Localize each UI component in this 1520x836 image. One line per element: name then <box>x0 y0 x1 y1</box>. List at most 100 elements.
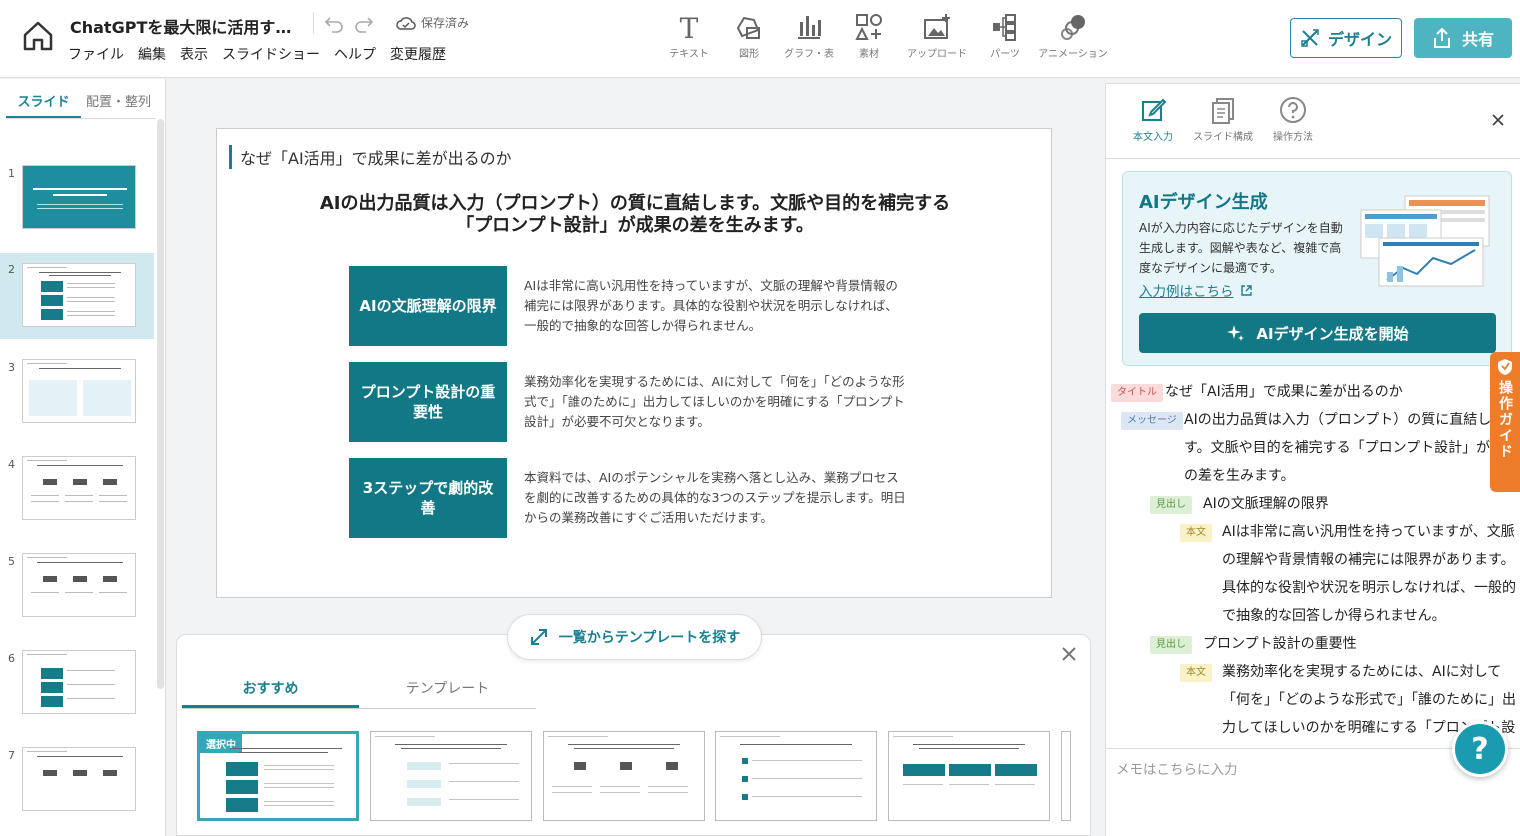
template-card-selected[interactable]: 選択中 <box>197 731 359 821</box>
design-tools-icon <box>1301 29 1319 47</box>
outline-body[interactable]: の理解や背景情報の補完には限界があります。 <box>1222 546 1515 574</box>
menu-help[interactable]: ヘルプ <box>334 44 376 64</box>
outline-body[interactable]: 具体的な役割や状況を明示しなければ、一般的 <box>1222 574 1516 602</box>
content-row[interactable]: プロンプト設計の重要性 業務効率化を実現するためには、AIに対して「何を」「どの… <box>349 362 909 442</box>
tool-material[interactable]: 素材 <box>840 12 898 60</box>
tool-chart[interactable]: グラフ・表 <box>780 12 838 60</box>
tag-message: メッセージ <box>1121 412 1183 430</box>
slide-title[interactable]: なぜ「AI活用」で成果に差が出るのか <box>229 145 512 169</box>
slide-thumbnail[interactable]: 7 <box>0 739 154 825</box>
selected-badge: 選択中 <box>200 734 242 753</box>
tab-text-input[interactable]: 本文入力 <box>1120 96 1186 143</box>
template-card[interactable] <box>888 731 1050 821</box>
animation-icon <box>1061 15 1085 40</box>
help-chat-button[interactable]: ? <box>1452 721 1508 777</box>
template-card[interactable] <box>543 731 705 821</box>
slide-list-panel: スライド 配置・整列 1 2 3 4 5 6 7 <box>0 79 166 836</box>
design-button-label: デザイン <box>1327 30 1392 49</box>
share-button-label: 共有 <box>1461 30 1494 49</box>
undo-icon[interactable] <box>324 14 344 34</box>
scrollbar[interactable] <box>157 119 164 689</box>
cloud-check-icon <box>396 16 416 30</box>
ai-card-description: AIが入力内容に応じたデザインを自動生成します。図解や表など、複雑で高度なデザイ… <box>1139 221 1343 275</box>
content-row[interactable]: 3ステップで劇的改善 本資料では、AIのポテンシャルを実務へ落とし込み、業務プロ… <box>349 458 909 538</box>
edit-icon <box>1142 98 1167 121</box>
template-tabs: おすすめ テンプレート <box>182 670 536 709</box>
save-status: 保存済み <box>396 14 469 31</box>
tag-heading: 見出し <box>1150 636 1192 654</box>
menu-slideshow[interactable]: スライドショー <box>222 44 320 64</box>
tool-text[interactable]: T テキスト <box>660 12 718 60</box>
slide-thumbnail[interactable]: 3 <box>0 351 154 437</box>
template-card[interactable] <box>715 731 877 821</box>
outline-body[interactable]: で抽象的な回答しか得られません。 <box>1222 602 1446 630</box>
template-card[interactable] <box>370 731 532 821</box>
upload-icon <box>924 14 950 39</box>
slide-thumbnail[interactable]: 6 <box>0 642 154 728</box>
document-stack-icon <box>1212 98 1234 124</box>
find-template-button[interactable]: 一覧からテンプレートを探す <box>507 614 762 660</box>
tab-templates[interactable]: テンプレート <box>359 670 536 708</box>
outline-body[interactable]: 業務効率化を実現するためには、AIに対して <box>1222 658 1501 686</box>
outline-message[interactable]: す。文脈や目的を補完する「プロンプト設計」が <box>1184 434 1490 462</box>
memo-input[interactable]: メモはこちらに入力 <box>1116 758 1238 778</box>
ai-generate-button[interactable]: AIデザイン生成を開始 <box>1139 313 1496 353</box>
outline-body[interactable]: 「何を」「どのような形式で」「誰のために」出 <box>1222 686 1516 714</box>
question-mark-icon: ? <box>1471 731 1489 767</box>
outline-title[interactable]: なぜ「AI活用」で成果に差が出るのか <box>1165 378 1403 406</box>
document-title[interactable]: ChatGPTを最大限に活用するためのコツ <box>70 14 305 38</box>
menu-history[interactable]: 変更履歴 <box>390 44 446 64</box>
outline-body[interactable]: AIは非常に高い汎用性を持っていますが、文脈 <box>1222 518 1515 546</box>
design-button[interactable]: デザイン <box>1290 18 1402 58</box>
tool-animation[interactable]: アニメーション <box>1036 12 1110 60</box>
menu-edit[interactable]: 編集 <box>138 44 166 64</box>
slide-message[interactable]: AIの出力品質は入力（プロンプト）の質に直結します。文脈や目的を補完する 「プロ… <box>277 193 993 237</box>
slide-thumbnail[interactable]: 1 <box>0 157 154 243</box>
menu-file[interactable]: ファイル <box>68 44 124 64</box>
right-panel-tabs: 本文入力 スライド構成 操作方法 <box>1120 96 1326 143</box>
slide-canvas[interactable]: なぜ「AI活用」で成果に差が出るのか AIの出力品質は入力（プロンプト）の質に直… <box>216 128 1052 598</box>
slide-thumbnail[interactable]: 5 <box>0 545 154 631</box>
example-link[interactable]: 入力例はこちら <box>1139 280 1253 300</box>
divider <box>313 12 314 34</box>
tool-shape[interactable]: 図形 <box>720 12 778 60</box>
content-row[interactable]: AIの文脈理解の限界 AIは非常に高い汎用性を持っていますが、文脈の理解や背景情… <box>349 266 909 346</box>
text-icon: T <box>680 12 699 42</box>
outline-editor[interactable]: タイトル なぜ「AI活用」で成果に差が出るのか メッセージ AIの出力品質は入力… <box>1108 378 1518 748</box>
shape-icon <box>736 16 760 39</box>
tab-recommended[interactable]: おすすめ <box>182 670 359 708</box>
tool-parts[interactable]: パーツ <box>976 12 1034 60</box>
close-icon[interactable] <box>1060 645 1078 663</box>
close-panel-icon[interactable] <box>1490 112 1506 128</box>
outline-message[interactable]: AIの出力品質は入力（プロンプト）の質に直結し <box>1184 406 1491 434</box>
row-heading: プロンプト設計の重要性 <box>349 362 507 442</box>
home-icon[interactable] <box>20 18 56 54</box>
template-card-partial[interactable] <box>1061 731 1071 821</box>
tab-slide-structure[interactable]: スライド構成 <box>1190 96 1256 143</box>
tab-slides[interactable]: スライド <box>6 79 81 118</box>
row-heading: AIの文脈理解の限界 <box>349 266 507 346</box>
outline-heading[interactable]: AIの文脈理解の限界 <box>1203 490 1329 518</box>
row-body: 本資料では、AIのポテンシャルを実務へ落とし込み、業務プロセスを劇的に改善するた… <box>524 470 906 525</box>
outline-message[interactable]: の差を生みます。 <box>1184 462 1295 490</box>
ai-design-card: AIデザイン生成 AIが入力内容に応じたデザインを自動生成します。図解や表など、… <box>1122 171 1512 366</box>
save-status-label: 保存済み <box>421 16 470 30</box>
tab-arrange[interactable]: 配置・整列 <box>81 79 156 118</box>
shield-icon <box>1498 359 1512 375</box>
svg-text:T: T <box>680 12 699 42</box>
share-button[interactable]: 共有 <box>1414 18 1512 58</box>
left-panel-tabs: スライド 配置・整列 <box>6 79 156 119</box>
slide-thumbnail[interactable]: 4 <box>0 448 154 534</box>
share-icon <box>1433 27 1450 48</box>
top-header: ChatGPTを最大限に活用するためのコツ 保存済み ファイル 編集 表示 スラ… <box>0 0 1520 78</box>
ai-generate-label: AIデザイン生成を開始 <box>1256 324 1409 343</box>
redo-icon[interactable] <box>354 14 374 34</box>
tab-how-to[interactable]: 操作方法 <box>1260 96 1326 143</box>
expand-icon <box>530 629 547 645</box>
slide-thumbnail-selected[interactable]: 2 <box>0 253 154 339</box>
outline-heading[interactable]: プロンプト設計の重要性 <box>1203 630 1357 658</box>
menu-view[interactable]: 表示 <box>180 44 208 64</box>
toolbar: T テキスト 図形 グラフ・表 素材 アップロード パーツ アニメーション <box>660 12 1112 60</box>
tool-upload[interactable]: アップロード <box>900 12 974 60</box>
ai-card-title: AIデザイン生成 <box>1139 192 1268 213</box>
